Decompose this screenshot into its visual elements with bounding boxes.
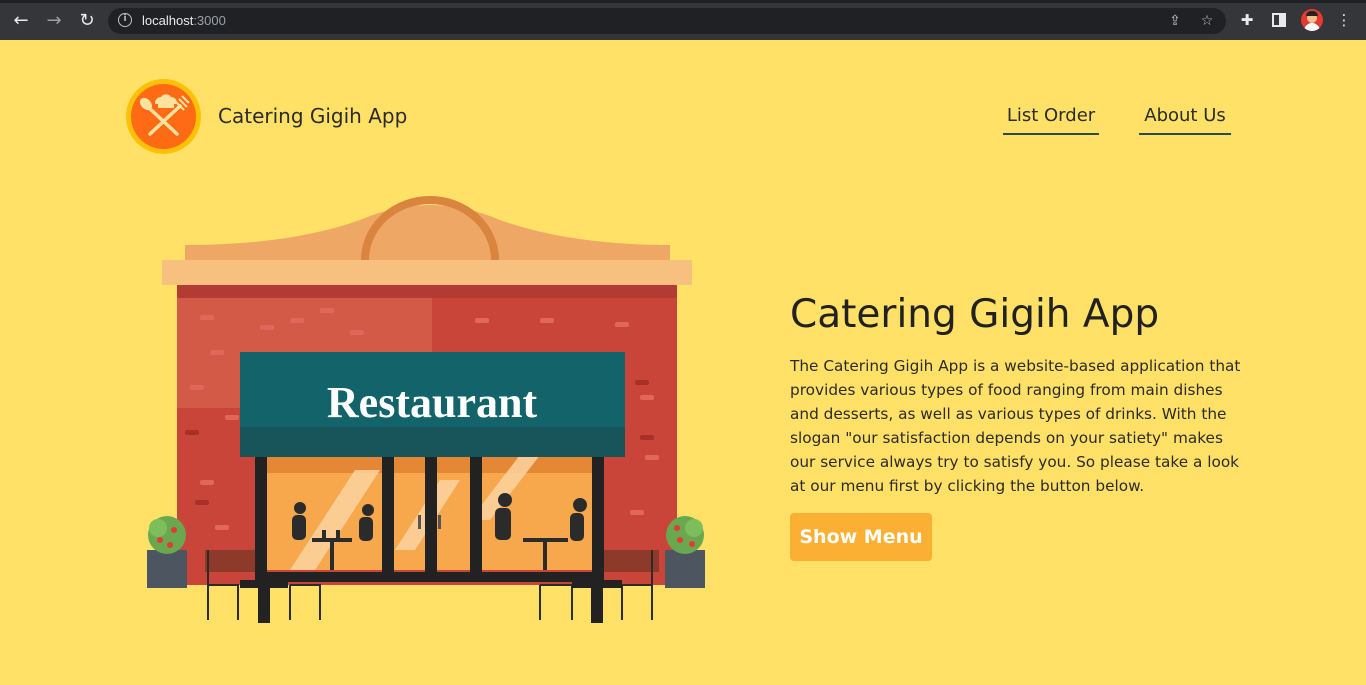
url-port: :3000	[193, 13, 226, 28]
profile-avatar[interactable]	[1301, 9, 1323, 31]
share-icon[interactable]: ⇪	[1166, 12, 1184, 30]
show-menu-button[interactable]: Show Menu	[790, 513, 932, 561]
logo-icon[interactable]	[126, 79, 201, 154]
side-panel-icon[interactable]	[1269, 10, 1289, 30]
reload-icon[interactable]: ↻	[76, 10, 98, 32]
restaurant-illustration: Restaurant	[147, 196, 705, 623]
brand-title[interactable]: Catering Gigih App	[218, 104, 407, 128]
bookmark-star-icon[interactable]: ☆	[1198, 12, 1216, 30]
hero-description: The Catering Gigih App is a website-base…	[790, 357, 1241, 495]
back-arrow-icon[interactable]: ←	[10, 10, 32, 32]
extensions-puzzle-icon[interactable]: ✚	[1237, 10, 1257, 30]
hero-title: Catering Gigih App	[790, 292, 1160, 337]
address-bar[interactable]: i localhost:3000 ⇪ ☆	[108, 8, 1226, 34]
site-info-icon[interactable]: i	[118, 13, 132, 27]
browser-toolbar: ← → ↻ i localhost:3000 ⇪ ☆ ✚ ⋮	[0, 0, 1366, 40]
tab-strip	[0, 0, 1366, 3]
nav-link-about-us[interactable]: About Us	[1139, 104, 1231, 135]
url-host: localhost	[142, 13, 194, 28]
restaurant-sign-text: Restaurant	[327, 378, 538, 427]
more-menu-icon[interactable]: ⋮	[1334, 10, 1354, 30]
forward-arrow-icon[interactable]: →	[43, 10, 65, 32]
nav-link-list-order[interactable]: List Order	[1003, 104, 1099, 135]
url-text: localhost:3000	[142, 13, 226, 28]
